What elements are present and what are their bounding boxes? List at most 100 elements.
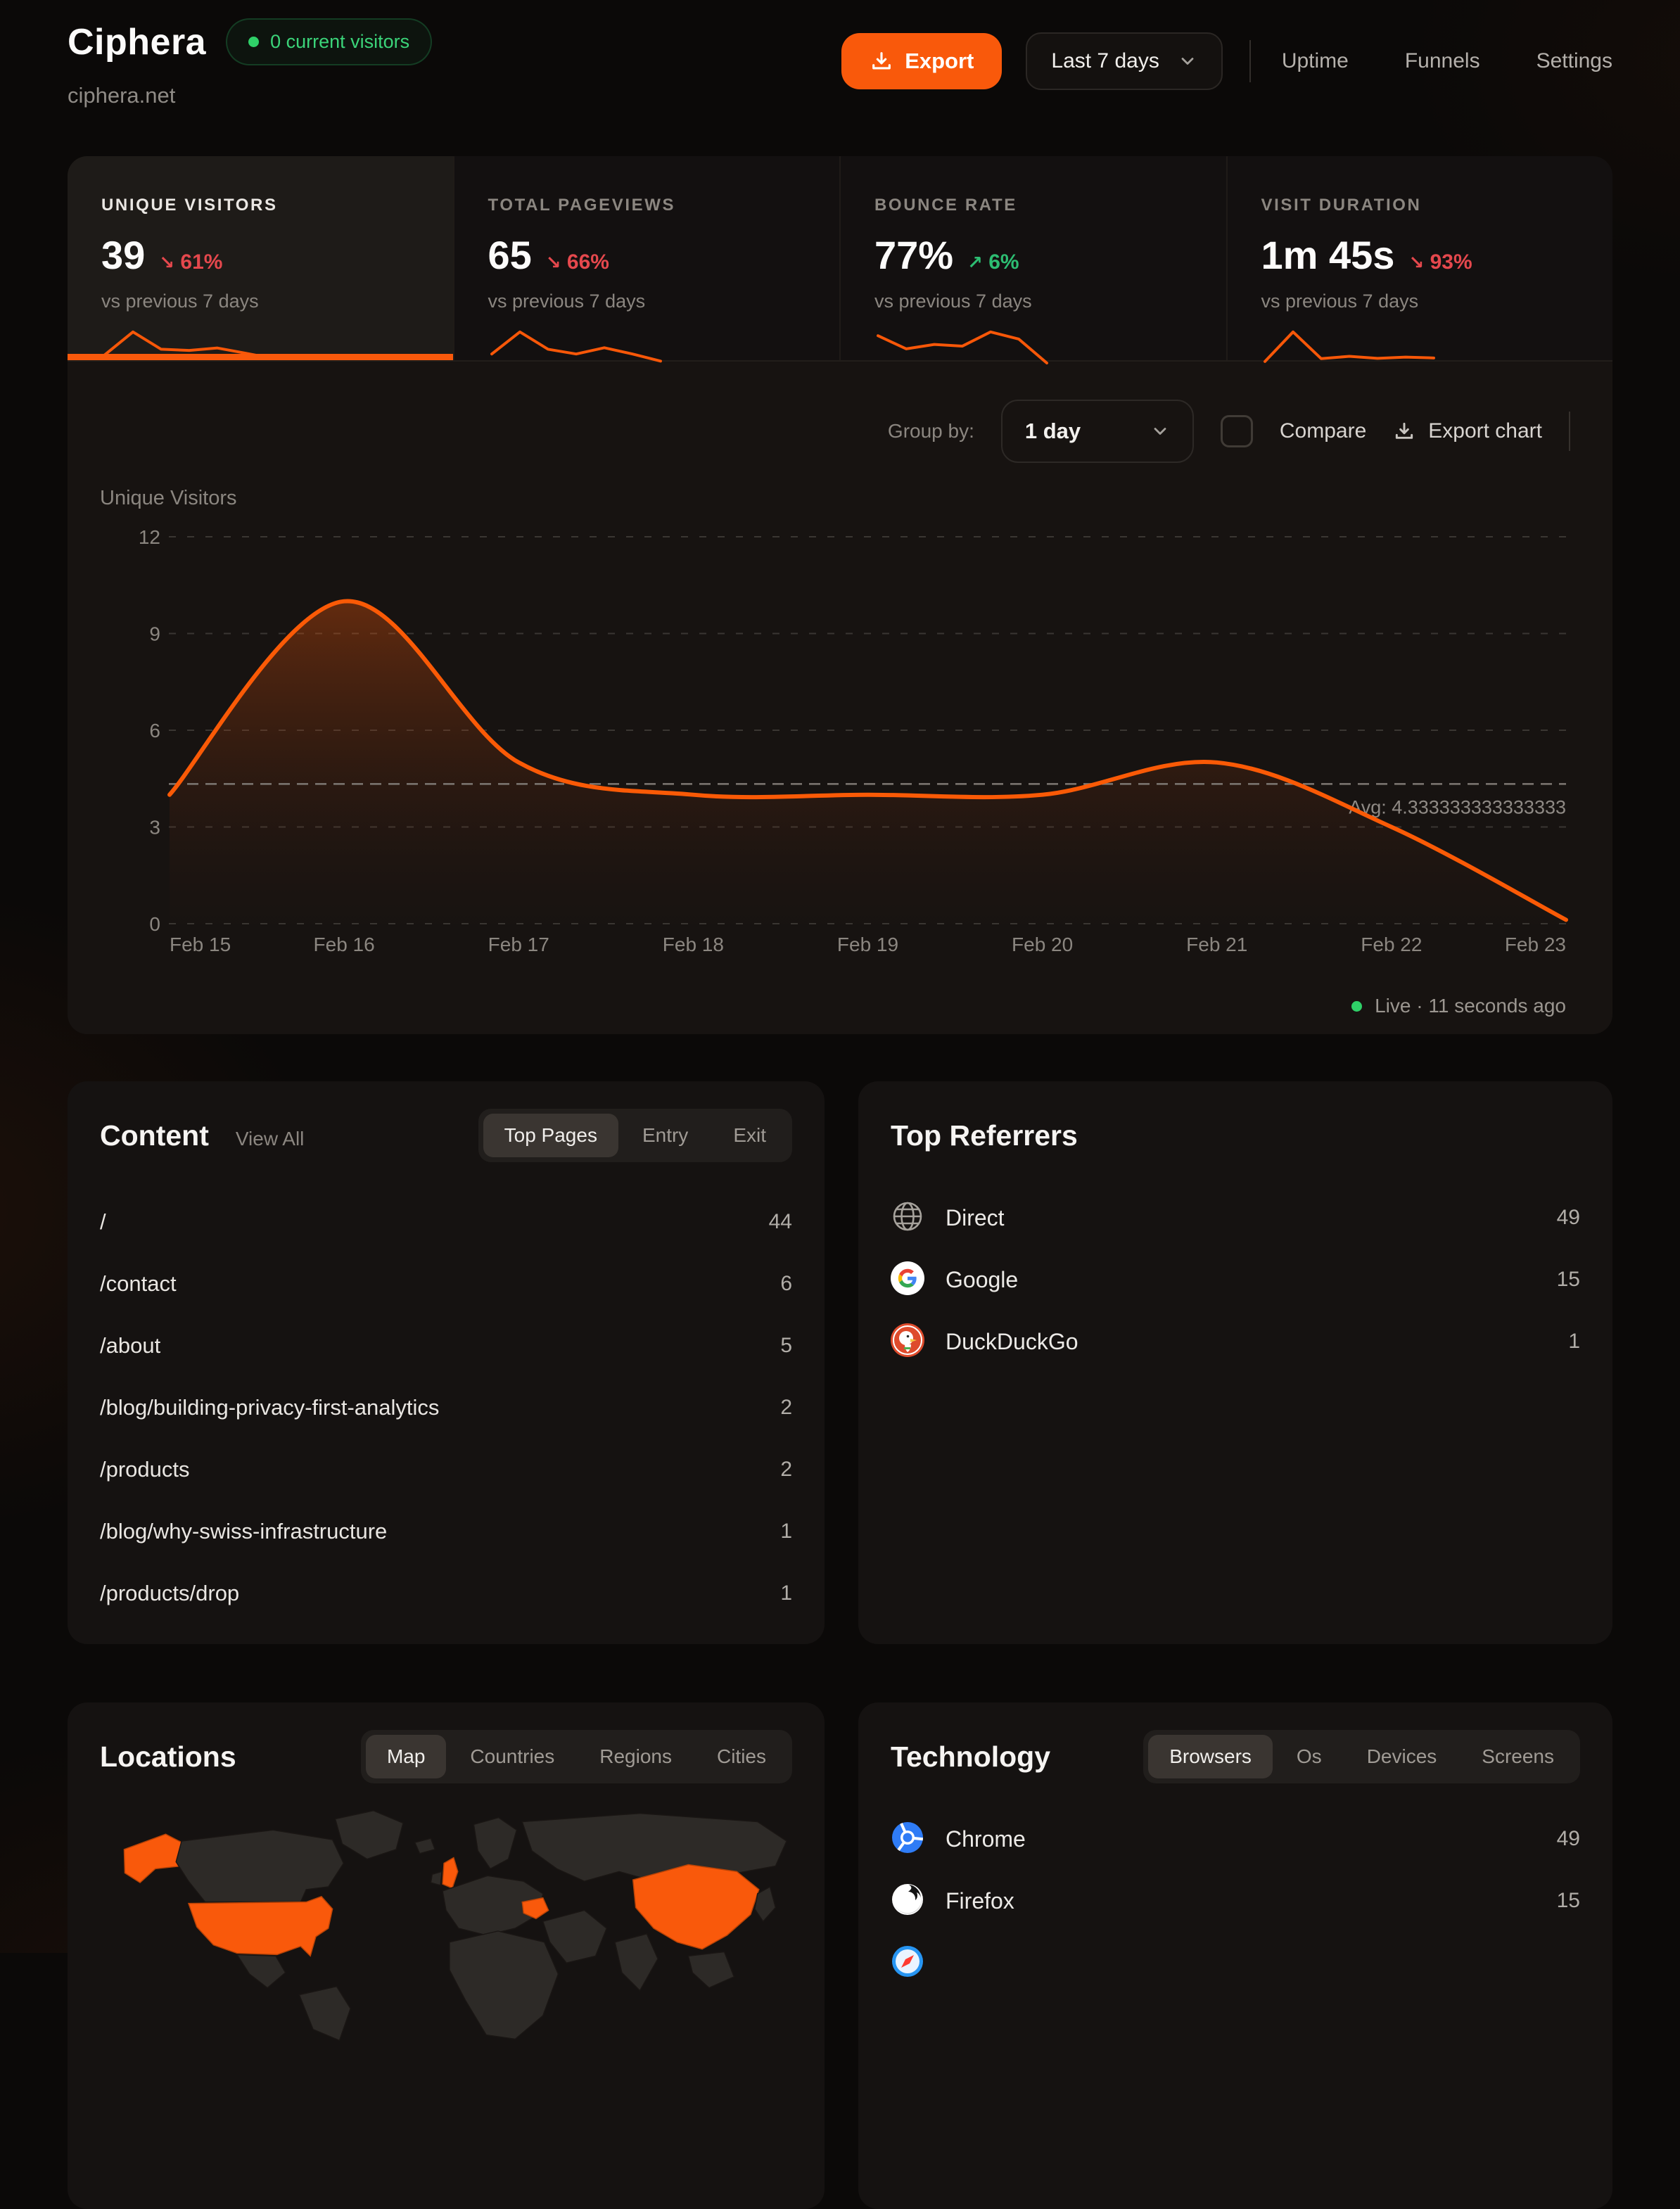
technology-tabbar: BrowsersOsDevicesScreens <box>1143 1730 1580 1783</box>
stat-compare-label: vs previous 7 days <box>101 291 453 312</box>
chart-controls: Group by: 1 day Compare Export chart <box>888 400 1570 463</box>
arrow-down-right-icon: ↘ <box>1408 253 1424 274</box>
stat-label: BOUNCE RATE <box>874 196 1226 215</box>
referrer-row-google[interactable]: Google 15 <box>891 1249 1580 1311</box>
map-united-kingdom <box>443 1858 458 1888</box>
page-path: /products/drop <box>100 1581 239 1606</box>
live-dot-icon <box>248 37 259 47</box>
current-visitors-badge: 0 current visitors <box>226 18 432 65</box>
stat-card-unique-visitors[interactable]: UNIQUE VISITORS39↘ 61%vs previous 7 days <box>68 156 453 360</box>
content-row[interactable]: /products2 <box>100 1439 792 1501</box>
arrow-up-right-icon: ↗ <box>967 253 983 274</box>
download-icon <box>1393 420 1415 443</box>
browser-row-chrome[interactable]: Chrome49 <box>891 1808 1580 1870</box>
referrer-rows: Direct49 Google 15 DuckDuckGo 1 <box>891 1187 1580 1373</box>
chrome-icon <box>891 1821 924 1858</box>
stat-card-visit-duration[interactable]: VISIT DURATION1m 45s↘ 93%vs previous 7 d… <box>1226 156 1613 360</box>
group-by-label: Group by: <box>888 420 974 443</box>
page-count: 5 <box>780 1334 792 1358</box>
view-all-link[interactable]: View All <box>236 1128 305 1150</box>
group-by-select[interactable]: 1 day <box>1001 400 1194 463</box>
stat-value-row: 1m 45s↘ 93% <box>1261 232 1613 278</box>
export-chart-label: Export chart <box>1428 419 1542 443</box>
technology-title: Technology <box>891 1740 1050 1774</box>
chart-area-fill <box>170 601 1566 924</box>
content-row[interactable]: /blog/why-swiss-infrastructure1 <box>100 1501 792 1562</box>
page-path: /blog/why-swiss-infrastructure <box>100 1519 387 1544</box>
header-brand: Ciphera 0 current visitors <box>68 18 432 65</box>
referrer-row-duckduckgo[interactable]: DuckDuckGo 1 <box>891 1311 1580 1373</box>
svg-text:Feb 16: Feb 16 <box>314 934 375 955</box>
nav-link-uptime[interactable]: Uptime <box>1282 49 1349 73</box>
current-visitors-label: 0 current visitors <box>270 31 409 53</box>
date-range-select[interactable]: Last 7 days <box>1026 32 1222 90</box>
stat-label: TOTAL PAGEVIEWS <box>488 196 840 215</box>
locations-tab-cities[interactable]: Cities <box>696 1735 787 1778</box>
referrer-count: 15 <box>1557 1268 1580 1292</box>
content-title: Content <box>100 1119 209 1152</box>
stat-card-bounce-rate[interactable]: BOUNCE RATE77%↗ 6%vs previous 7 days <box>839 156 1226 360</box>
safari-icon <box>891 1944 924 1982</box>
browser-name: Chrome <box>946 1826 1026 1852</box>
stat-value: 77% <box>874 232 953 278</box>
locations-tab-countries[interactable]: Countries <box>449 1735 575 1778</box>
nav-link-settings[interactable]: Settings <box>1536 49 1612 73</box>
content-tab-exit[interactable]: Exit <box>712 1114 787 1157</box>
svg-text:12: 12 <box>139 526 160 548</box>
content-tab-entry[interactable]: Entry <box>621 1114 709 1157</box>
technology-tab-os[interactable]: Os <box>1275 1735 1343 1778</box>
locations-tabbar: MapCountriesRegionsCities <box>361 1730 792 1783</box>
map-china <box>633 1864 759 1949</box>
export-chart-button[interactable]: Export chart <box>1393 419 1542 443</box>
technology-header: Technology BrowsersOsDevicesScreens <box>891 1733 1580 1780</box>
referrer-row-direct[interactable]: Direct49 <box>891 1187 1580 1249</box>
page-count: 44 <box>769 1210 792 1234</box>
arrow-down-right-icon: ↘ <box>159 253 174 274</box>
live-status-label: Live · 11 seconds ago <box>1375 995 1566 1017</box>
referrer-left: Google <box>891 1261 1018 1299</box>
chevron-down-icon <box>1178 51 1197 71</box>
stat-value: 65 <box>488 232 532 278</box>
stat-compare-label: vs previous 7 days <box>874 291 1226 312</box>
stat-label: VISIT DURATION <box>1261 196 1613 215</box>
stat-compare-label: vs previous 7 days <box>488 291 840 312</box>
content-row[interactable]: /blog/building-privacy-first-analytics2 <box>100 1377 792 1439</box>
referrer-count: 1 <box>1568 1330 1580 1354</box>
google-icon <box>891 1261 924 1299</box>
browser-row-firefox[interactable]: Firefox15 <box>891 1870 1580 1932</box>
content-row[interactable]: /44 <box>100 1191 792 1253</box>
svg-text:Feb 17: Feb 17 <box>488 934 549 955</box>
referrers-panel: Top Referrers Direct49 Google 15 DuckDuckGo… <box>858 1081 1612 1644</box>
referrers-header: Top Referrers <box>891 1112 1580 1159</box>
export-label: Export <box>905 49 974 74</box>
locations-header: Locations MapCountriesRegionsCities <box>100 1733 792 1780</box>
content-row[interactable]: /products/drop1 <box>100 1562 792 1624</box>
page-path: /products <box>100 1457 190 1482</box>
stat-card-total-pageviews[interactable]: TOTAL PAGEVIEWS65↘ 66%vs previous 7 days <box>453 156 840 360</box>
content-tab-top-pages[interactable]: Top Pages <box>483 1114 618 1157</box>
average-label: Avg: 4.333333333333333 <box>1349 796 1566 817</box>
stat-sparkline <box>488 328 664 371</box>
arrow-down-right-icon: ↘ <box>546 253 561 274</box>
technology-tab-devices[interactable]: Devices <box>1346 1735 1458 1778</box>
technology-tab-screens[interactable]: Screens <box>1461 1735 1575 1778</box>
world-map <box>100 1800 792 2146</box>
compare-label: Compare <box>1280 419 1366 443</box>
svg-text:Feb 23: Feb 23 <box>1505 934 1566 955</box>
svg-text:3: 3 <box>149 817 160 839</box>
export-button[interactable]: Export <box>841 33 1002 89</box>
referrer-name: DuckDuckGo <box>946 1329 1078 1355</box>
nav-link-funnels[interactable]: Funnels <box>1405 49 1480 73</box>
content-panel: Content View All Top PagesEntryExit /44/… <box>68 1081 825 1644</box>
svg-text:Feb 20: Feb 20 <box>1012 934 1073 955</box>
svg-text:Feb 19: Feb 19 <box>837 934 898 955</box>
locations-tab-regions[interactable]: Regions <box>578 1735 693 1778</box>
compare-checkbox[interactable] <box>1221 415 1253 447</box>
content-row[interactable]: /contact6 <box>100 1253 792 1315</box>
stat-sparkline <box>1261 328 1437 371</box>
content-row[interactable]: /about5 <box>100 1315 792 1377</box>
svg-text:6: 6 <box>149 720 160 741</box>
locations-tab-map[interactable]: Map <box>366 1735 446 1778</box>
download-icon <box>870 49 893 73</box>
technology-tab-browsers[interactable]: Browsers <box>1148 1735 1273 1778</box>
